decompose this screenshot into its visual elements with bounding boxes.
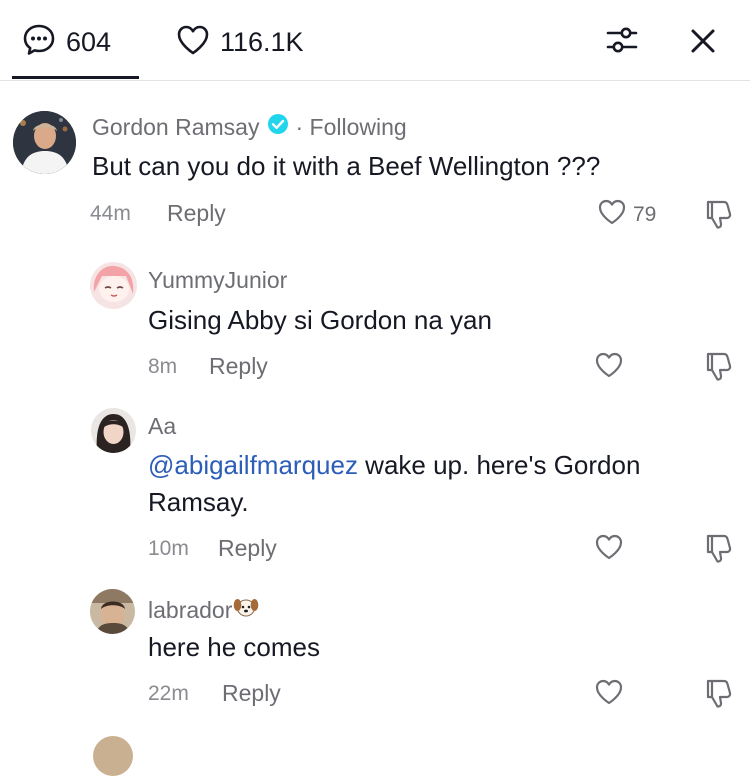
reply-button[interactable]: Reply bbox=[222, 680, 281, 707]
comment-text-line: wake up. here's Gordon bbox=[357, 450, 641, 480]
reply-button[interactable]: Reply bbox=[218, 535, 277, 562]
like-button[interactable] bbox=[594, 678, 624, 711]
dislike-button[interactable] bbox=[702, 677, 734, 714]
mention-link[interactable]: @abigailfmarquez bbox=[148, 450, 358, 480]
like-count: 116.1K bbox=[220, 26, 304, 57]
avatar[interactable] bbox=[93, 736, 133, 776]
heart-outline-icon bbox=[176, 24, 210, 61]
comment-text: @abigailfmarquez wake up. here's Gordon … bbox=[148, 447, 728, 521]
like-button[interactable] bbox=[594, 533, 624, 566]
active-tab-indicator bbox=[12, 76, 139, 79]
comment-text-line: Ramsay. bbox=[148, 487, 249, 517]
comment-text: Gising Abby si Gordon na yan bbox=[148, 305, 492, 335]
avatar[interactable] bbox=[90, 262, 137, 309]
close-icon bbox=[686, 29, 720, 62]
filter-button[interactable] bbox=[604, 22, 640, 58]
dog-face-icon bbox=[233, 594, 259, 626]
heart-outline-icon bbox=[597, 198, 627, 231]
dislike-button[interactable] bbox=[702, 350, 734, 387]
reply-button[interactable]: Reply bbox=[167, 200, 226, 227]
comment-count: 604 bbox=[66, 26, 112, 57]
comment-text: But can you do it with a Beef Wellington… bbox=[92, 151, 601, 181]
comment-username[interactable]: YummyJunior bbox=[148, 267, 287, 294]
thumbs-down-icon bbox=[702, 352, 734, 386]
username-link[interactable]: Aa bbox=[148, 413, 176, 440]
comments-tab[interactable]: 604 bbox=[22, 22, 111, 62]
username-link[interactable]: YummyJunior bbox=[148, 267, 287, 294]
comments-header: 604 116.1K bbox=[0, 0, 750, 82]
like-button[interactable]: 79 bbox=[597, 198, 656, 231]
chat-bubble-icon bbox=[22, 23, 56, 62]
avatar[interactable] bbox=[13, 111, 76, 174]
like-button[interactable] bbox=[594, 351, 624, 384]
username-link[interactable]: Gordon Ramsay bbox=[92, 114, 259, 141]
header-divider bbox=[0, 80, 750, 81]
comment-time: 22m bbox=[148, 682, 189, 705]
close-button[interactable] bbox=[686, 24, 720, 58]
like-count: 79 bbox=[633, 202, 657, 226]
avatar[interactable] bbox=[90, 589, 135, 634]
heart-outline-icon bbox=[594, 678, 624, 711]
comment-time: 10m bbox=[148, 537, 189, 560]
avatar[interactable] bbox=[91, 408, 136, 453]
sliders-icon bbox=[604, 27, 640, 62]
following-label: · Following bbox=[295, 113, 407, 140]
heart-outline-icon bbox=[594, 351, 624, 384]
comment-time: 44m bbox=[90, 202, 131, 225]
heart-outline-icon bbox=[594, 533, 624, 566]
likes-tab[interactable]: 116.1K bbox=[176, 22, 304, 62]
dislike-button[interactable] bbox=[702, 532, 734, 569]
verified-badge-icon bbox=[267, 113, 289, 141]
username-link[interactable]: labrador bbox=[148, 597, 232, 624]
thumbs-down-icon bbox=[702, 200, 734, 234]
reply-button[interactable]: Reply bbox=[209, 353, 268, 380]
comment-username[interactable]: Aa bbox=[148, 413, 176, 440]
thumbs-down-icon bbox=[702, 534, 734, 568]
comment-username[interactable]: labrador bbox=[148, 594, 259, 626]
thumbs-down-icon bbox=[702, 679, 734, 713]
dislike-button[interactable] bbox=[702, 198, 734, 235]
comment-text: here he comes bbox=[148, 632, 320, 662]
comment-username[interactable]: Gordon Ramsay · Following bbox=[92, 113, 407, 141]
comment-time: 8m bbox=[148, 355, 178, 378]
